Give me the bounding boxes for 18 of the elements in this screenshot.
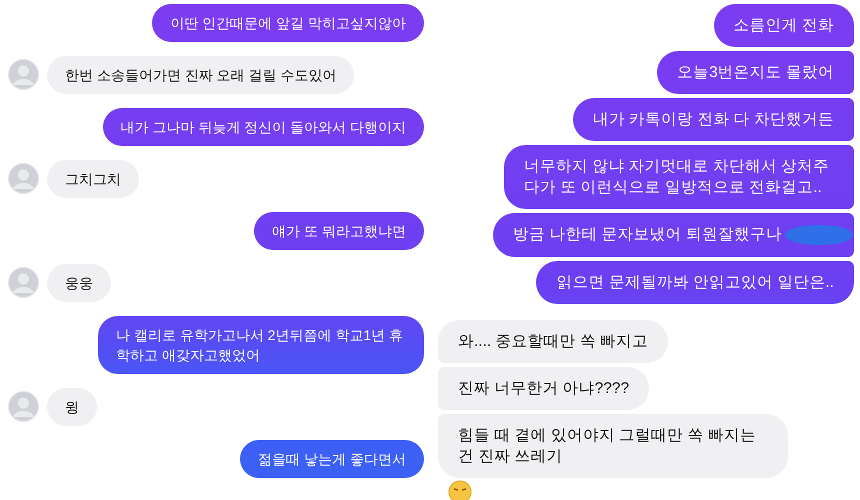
message-bubble: 오늘3번온지도 몰랐어 [657, 51, 854, 94]
message-bubble: 윙 [47, 388, 97, 426]
message-bubble: 내가 카톡이랑 전화 다 차단했거든 [572, 98, 854, 141]
message-bubble: 소름인게 전화 [714, 4, 854, 47]
message-bubble: 방금 나한테 문자보냈어 퇴원잘했구나 [493, 213, 854, 257]
message-bubble: 진짜 너무한거 아냐???? [438, 367, 650, 410]
message-bubble: 내가 그나마 뒤늦게 정신이 돌아와서 다행이지 [102, 108, 424, 146]
message-bubble: 너무하지 않냐 자기멋대로 차단해서 상처주다가 또 이런식으로 일방적으로 전화걸고.. [504, 145, 854, 209]
message-bubble: 이딴 인간때문에 앞길 막히고싶지않아 [152, 4, 424, 42]
message-bubble: 젊을때 낳는게 좋다면서 [240, 440, 424, 478]
message-bubble: 힘들 때 곁에 있어야지 그럴때만 쏙 빠지는건 진짜 쓰레기 [438, 414, 788, 478]
message-bubble: 와.... 중요할때만 쏙 빠지고 [438, 320, 668, 363]
message-bubble: 얘가 또 뭐라고했냐면 [254, 212, 424, 250]
message-bubble: 한번 소송들어가면 진짜 오래 걸릴 수도있어 [47, 56, 354, 94]
message-bubble: 웅웅 [47, 264, 111, 302]
message-bubble: 나 캘리로 유학가고나서 2년뒤쯤에 학교1년 휴학하고 애갖자고했었어 [98, 316, 424, 374]
message-bubble: 읽으면 문제될까봐 안읽고있어 일단은.. [536, 261, 854, 304]
message-bubble: 그치그치 [47, 160, 139, 198]
